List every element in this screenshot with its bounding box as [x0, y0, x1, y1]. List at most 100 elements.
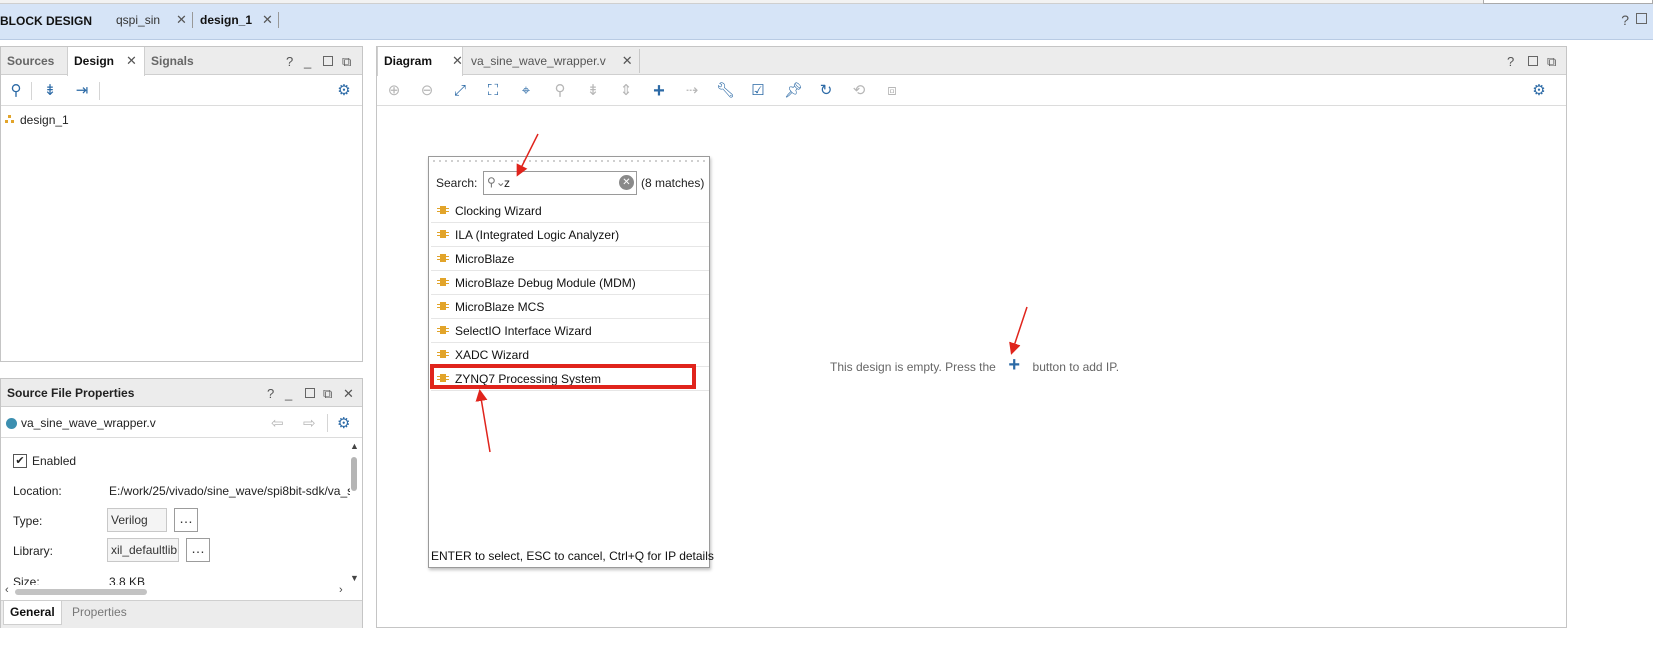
- ip-core-icon: [437, 326, 449, 334]
- close-tab-diagram-icon[interactable]: ✕: [452, 53, 463, 68]
- make-connection-icon[interactable]: ⇢: [683, 82, 701, 100]
- properties-horizontal-scrollbar[interactable]: ‹ ›: [1, 584, 350, 598]
- close-tab-design-icon[interactable]: ✕: [126, 53, 137, 68]
- tab-diagram[interactable]: Diagram ✕: [377, 47, 463, 76]
- ip-core-icon: [437, 278, 449, 286]
- library-browse-button[interactable]: …: [186, 538, 210, 562]
- collapse-all-icon[interactable]: ⇟: [41, 82, 59, 100]
- scroll-down-arrow-icon[interactable]: ▼: [350, 573, 359, 583]
- float-window-icon[interactable]: ⧉: [323, 386, 332, 402]
- tree-item-design-1[interactable]: design_1: [20, 113, 69, 127]
- tab-signals[interactable]: Signals: [145, 47, 200, 75]
- tab-va-sine-wave-wrapper-label: va_sine_wave_wrapper.v: [471, 54, 606, 68]
- list-item[interactable]: Clocking Wizard: [431, 199, 709, 223]
- close-tab-design-1-icon[interactable]: ✕: [262, 12, 273, 28]
- search-icon[interactable]: ⚲: [7, 82, 25, 100]
- clear-search-icon[interactable]: ✕: [619, 175, 634, 190]
- list-item[interactable]: MicroBlaze MCS: [431, 295, 709, 319]
- zoom-in-icon[interactable]: ⊕: [385, 82, 403, 100]
- help-icon[interactable]: ?: [267, 386, 274, 401]
- tab-general[interactable]: General: [3, 601, 62, 625]
- regenerate-layout-icon[interactable]: ⟲: [850, 82, 868, 100]
- type-browse-button[interactable]: …: [174, 508, 198, 532]
- forward-arrow-icon[interactable]: ⇨: [303, 414, 316, 432]
- settings-gear-icon[interactable]: ⚙: [335, 82, 353, 100]
- scroll-right-arrow-icon[interactable]: ›: [339, 584, 343, 596]
- vertical-scroll-thumb[interactable]: [351, 457, 357, 491]
- wrench-icon[interactable]: 🔧︎: [716, 82, 735, 100]
- settings-gear-icon[interactable]: ⚙: [337, 414, 350, 432]
- close-icon[interactable]: ✕: [343, 386, 354, 402]
- properties-vertical-scrollbar[interactable]: ▲ ▼: [349, 441, 361, 585]
- tab-separator: [278, 12, 279, 28]
- scroll-up-arrow-icon[interactable]: ▲: [350, 441, 359, 451]
- maximize-icon[interactable]: [305, 388, 315, 398]
- empty-message-before: This design is empty. Press the: [830, 360, 996, 374]
- tab-diagram-label: Diagram: [384, 54, 433, 68]
- help-icon[interactable]: ?: [286, 54, 293, 69]
- tab-sources[interactable]: Sources: [1, 47, 60, 75]
- list-item[interactable]: ILA (Integrated Logic Analyzer): [431, 223, 709, 247]
- tab-properties[interactable]: Properties: [72, 605, 127, 619]
- properties-file-name: va_sine_wave_wrapper.v: [21, 416, 156, 430]
- list-item[interactable]: MicroBlaze: [431, 247, 709, 271]
- verilog-file-icon: [6, 418, 17, 429]
- search-icon[interactable]: ⚲: [551, 82, 569, 100]
- diagram-toolbar: ⊕ ⊖ ⤢ ⛶ ⌖ ⚲ ⇟ ⇕ + ⇢ 🔧︎ ☑ 📌︎ ↻ ⟲ ⧈ ⚙: [377, 76, 1566, 106]
- hierarchy-icon[interactable]: ⇥: [73, 82, 91, 100]
- add-ip-plus-icon[interactable]: +: [999, 355, 1029, 375]
- settings-gear-icon[interactable]: ⚙: [1530, 82, 1548, 100]
- zoom-fit-icon[interactable]: ⤢: [451, 82, 469, 100]
- ip-block-icon[interactable]: ⧈: [883, 82, 901, 100]
- tab-design[interactable]: Design ✕: [67, 47, 145, 76]
- ip-search-popup: Search: ⚲⌄ z ✕ (8 matches) Clocking Wiza…: [428, 156, 714, 568]
- ip-search-label: Search:: [436, 176, 478, 190]
- ip-match-count: (8 matches): [641, 176, 705, 190]
- close-tab-qspi-sin-icon[interactable]: ✕: [176, 12, 187, 28]
- library-label: Library:: [13, 544, 54, 558]
- help-icon[interactable]: ?: [1507, 54, 1514, 69]
- ip-search-input[interactable]: ⚲⌄ z ✕: [483, 171, 637, 195]
- block-design-icon: [5, 115, 14, 123]
- ip-core-icon: [437, 206, 449, 214]
- properties-title: Source File Properties: [7, 386, 135, 400]
- tab-design-1[interactable]: design_1: [200, 13, 252, 27]
- add-ip-icon[interactable]: +: [650, 81, 668, 101]
- tab-qspi-sin[interactable]: qspi_sin: [116, 13, 160, 27]
- help-icon[interactable]: ?: [1621, 12, 1629, 28]
- pin-icon[interactable]: 📌︎: [784, 82, 803, 100]
- close-tab-wrapper-icon[interactable]: ✕: [622, 53, 633, 68]
- list-item[interactable]: MicroBlaze Debug Module (MDM): [431, 271, 709, 295]
- diagram-panel-tabbar: Diagram ✕ va_sine_wave_wrapper.v ✕ ? ⧉: [377, 47, 1566, 76]
- float-window-icon[interactable]: ⧉: [342, 54, 351, 70]
- restore-window-icon[interactable]: [1636, 13, 1647, 24]
- tab-va-sine-wave-wrapper[interactable]: va_sine_wave_wrapper.v ✕: [465, 47, 639, 75]
- float-window-icon[interactable]: ⧉: [1547, 54, 1556, 70]
- list-item[interactable]: SelectIO Interface Wizard: [431, 319, 709, 343]
- enabled-checkbox[interactable]: ✔: [13, 454, 27, 468]
- expand-icon[interactable]: ⇕: [617, 82, 635, 100]
- library-field[interactable]: xil_defaultlib: [107, 538, 179, 562]
- minimize-icon[interactable]: _: [285, 386, 292, 401]
- maximize-icon[interactable]: [1528, 56, 1538, 66]
- center-target-icon[interactable]: ⌖: [517, 82, 535, 100]
- ip-core-icon: [437, 230, 449, 238]
- back-arrow-icon[interactable]: ⇦: [271, 414, 284, 432]
- refresh-icon[interactable]: ↻: [817, 82, 835, 100]
- zoom-area-icon[interactable]: ⛶: [484, 82, 502, 100]
- ip-name: Clocking Wizard: [455, 204, 542, 218]
- highlight-box: [430, 364, 696, 389]
- scroll-left-arrow-icon[interactable]: ‹: [5, 584, 9, 596]
- collapse-icon[interactable]: ⇟: [584, 82, 602, 100]
- maximize-icon[interactable]: [323, 56, 333, 66]
- popup-drag-grip[interactable]: [433, 160, 705, 162]
- type-field[interactable]: Verilog: [107, 508, 167, 532]
- ip-results-list: Clocking Wizard ILA (Integrated Logic An…: [429, 199, 709, 391]
- zoom-out-icon[interactable]: ⊖: [418, 82, 436, 100]
- minimize-icon[interactable]: _: [304, 54, 311, 69]
- block-design-header: BLOCK DESIGN qspi_sin ✕ design_1 ✕ ?: [0, 0, 1653, 40]
- horizontal-scroll-thumb[interactable]: [15, 589, 147, 595]
- ip-core-icon: [437, 254, 449, 262]
- properties-bottom-tabs: General Properties: [1, 600, 362, 628]
- validate-design-icon[interactable]: ☑: [749, 82, 767, 100]
